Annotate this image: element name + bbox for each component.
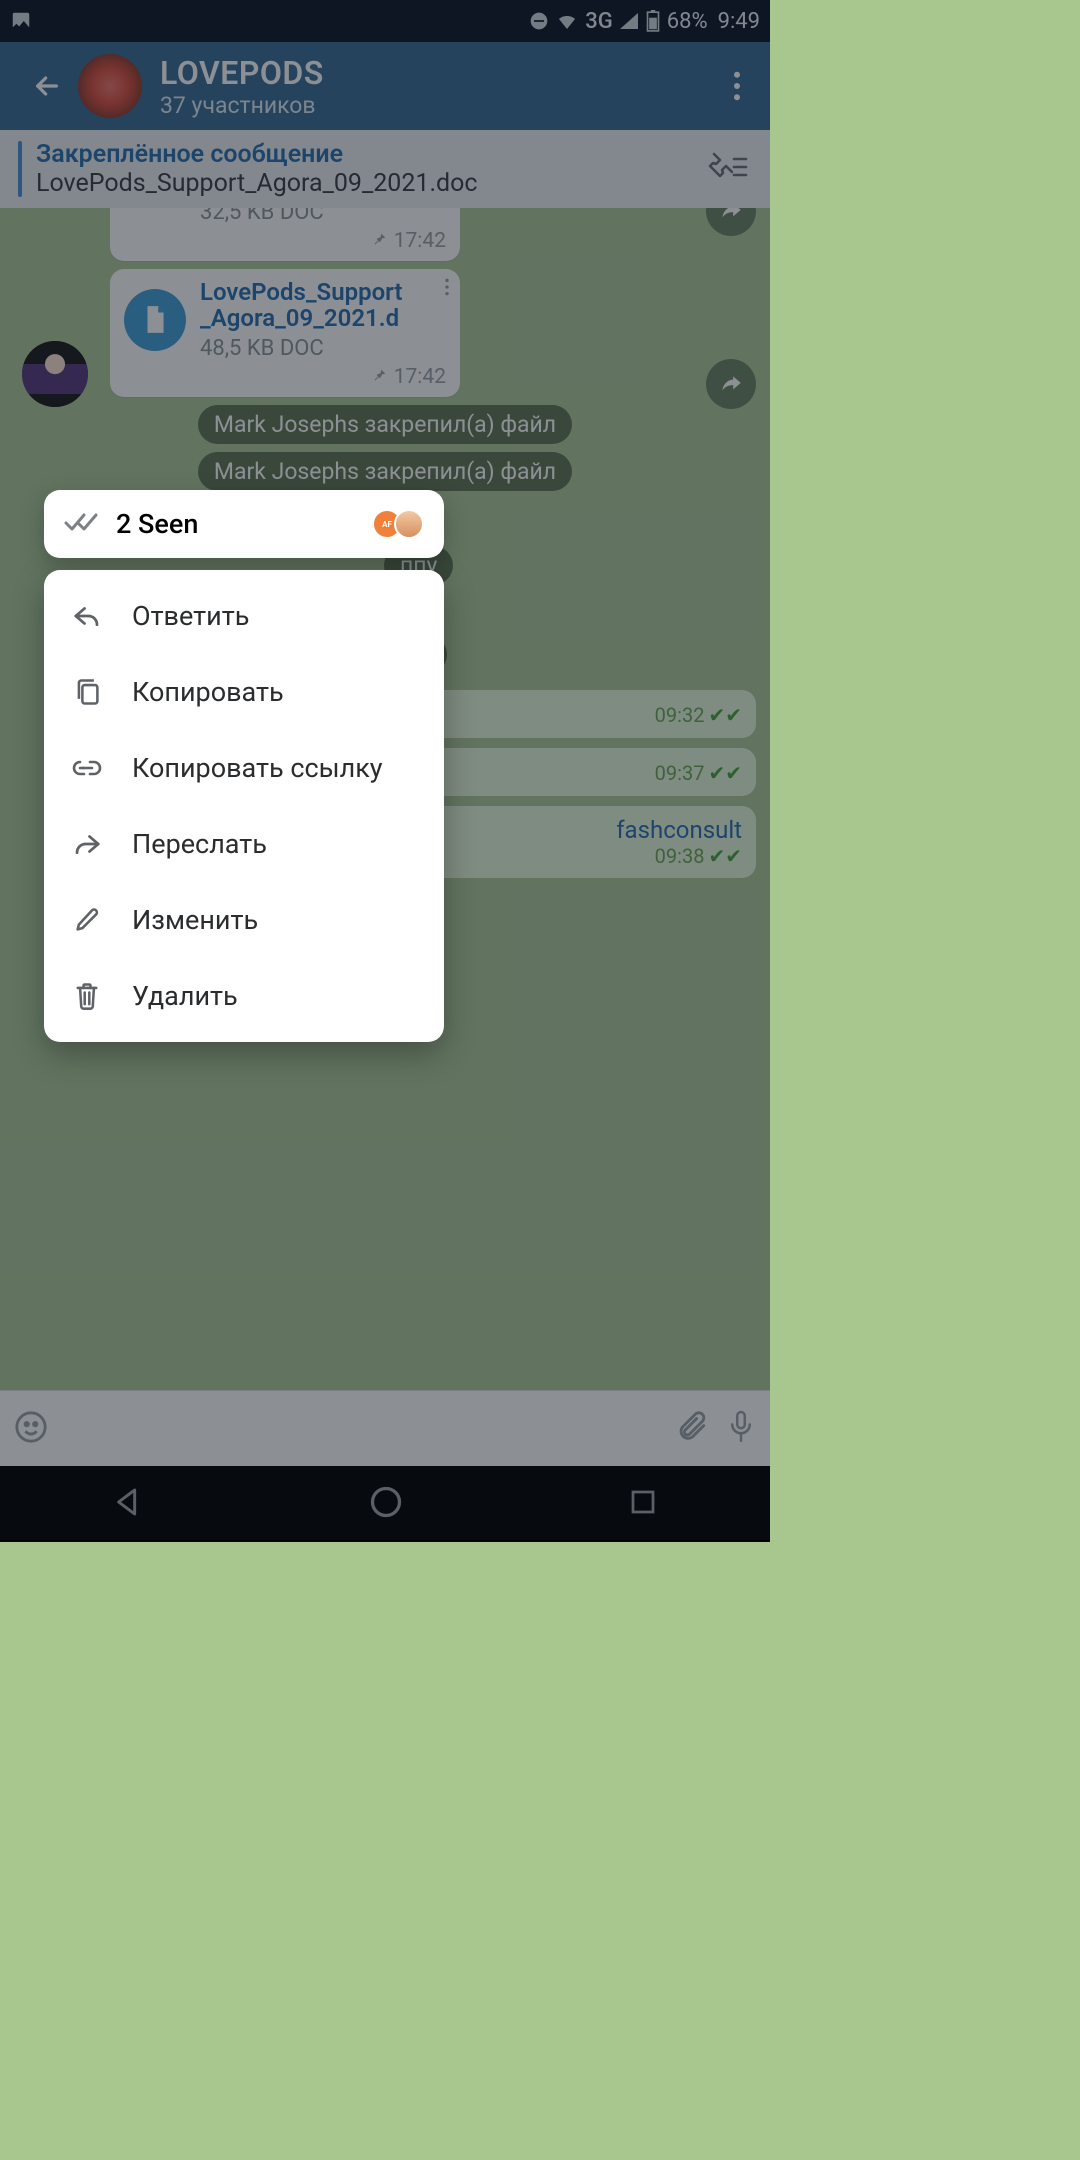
seen-label: 2 Seen: [116, 508, 364, 540]
menu-item-label: Ответить: [132, 600, 249, 632]
menu-item-reply[interactable]: Ответить: [44, 578, 444, 654]
seen-avatar: [394, 509, 424, 539]
menu-item-label: Удалить: [132, 980, 238, 1012]
menu-item-label: Переслать: [132, 828, 267, 860]
menu-item-label: Изменить: [132, 904, 258, 936]
forward-icon: [70, 831, 104, 857]
menu-item-delete[interactable]: Удалить: [44, 958, 444, 1034]
context-menu: Ответить Копировать Копировать ссылку Пе…: [44, 570, 444, 1042]
seen-checks-icon: [64, 510, 100, 538]
menu-item-copy-link[interactable]: Копировать ссылку: [44, 730, 444, 806]
menu-item-label: Копировать: [132, 676, 284, 708]
link-icon: [70, 758, 104, 778]
seen-avatars: AF: [380, 509, 424, 539]
delete-icon: [70, 981, 104, 1011]
menu-item-forward[interactable]: Переслать: [44, 806, 444, 882]
menu-item-label: Копировать ссылку: [132, 752, 383, 784]
menu-item-edit[interactable]: Изменить: [44, 882, 444, 958]
menu-item-copy[interactable]: Копировать: [44, 654, 444, 730]
edit-icon: [70, 906, 104, 934]
seen-by-button[interactable]: 2 Seen AF: [44, 490, 444, 558]
reply-icon: [70, 603, 104, 629]
copy-icon: [70, 677, 104, 707]
